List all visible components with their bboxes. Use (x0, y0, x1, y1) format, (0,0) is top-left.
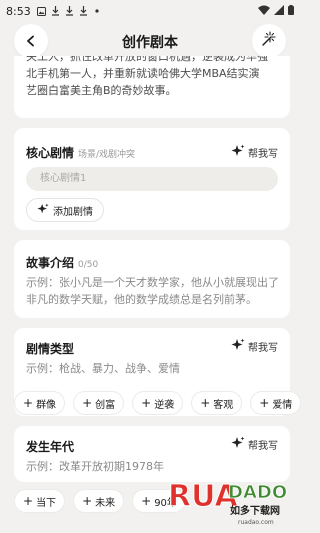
plus-icon: + (141, 396, 152, 410)
synopsis-text[interactable]: 关工人，抓住改革开放的窗口机遇，逆袭成为华强 北手机第一人，并重新就读哈佛大学M… (26, 56, 280, 116)
help-me-write-button[interactable]: 帮我写 (231, 144, 278, 161)
chip-label: 当下 (36, 497, 57, 509)
help-me-write-button[interactable]: 帮我写 (231, 338, 278, 355)
add-plot-button[interactable]: 添加剧情 (26, 198, 104, 222)
sparkle-icon (231, 144, 245, 161)
help-label: 帮我写 (248, 441, 278, 452)
svg-text:ruadao.com: ruadao.com (238, 519, 274, 526)
sparkle-icon (231, 436, 245, 453)
era-title: 发生年代 (26, 440, 75, 454)
genre-chip[interactable]: + 群像 (14, 391, 66, 415)
genre-chip[interactable]: + 爱情 (250, 391, 302, 415)
genre-chip[interactable]: + 逆袭 (132, 391, 184, 415)
svg-text:如多下载网: 如多下载网 (230, 504, 280, 517)
era-chip[interactable]: + 当下 (14, 489, 66, 513)
add-plot-label: 添加剧情 (53, 206, 93, 218)
genre-chip-row: + 群像 + 创富 + 逆袭 + 客观 + 爱情 (14, 391, 302, 415)
magic-wand-icon (260, 30, 278, 52)
status-bar: 8:53 (0, 0, 300, 22)
chip-label: 逆袭 (154, 399, 175, 411)
svg-text:DADO: DADO (228, 482, 287, 503)
plus-icon: + (82, 396, 93, 410)
help-label: 帮我写 (248, 149, 278, 160)
synopsis-line: 艺圈白富美主角B的奇妙故事。 (26, 84, 177, 97)
genre-chip[interactable]: + 创富 (73, 391, 125, 415)
wifi-icon (258, 5, 270, 18)
dot-icon (93, 7, 102, 16)
section-title: 故事介绍 0/50 (26, 254, 98, 271)
watermark-logo: RUA DADO 如多下载网 ruadao.com (166, 470, 296, 530)
signal-icon (274, 4, 284, 18)
story-intro-title: 故事介绍 (26, 256, 75, 270)
plus-icon: + (141, 494, 152, 508)
section-title: 核心剧情 场景/戏剧冲突 (26, 144, 135, 161)
battery-icon (288, 4, 294, 18)
core-plot-input[interactable]: 核心剧情1 (26, 167, 278, 191)
help-me-write-button[interactable]: 帮我写 (231, 436, 278, 453)
story-intro-example: 示例：张小凡是一个天才数学家，他从小就展现出了非凡的数学天赋，他的数学成绩总是名… (26, 276, 279, 306)
help-label: 帮我写 (248, 343, 278, 354)
plus-icon: + (259, 396, 270, 410)
synopsis-card: 关工人，抓住改革开放的窗口机遇，逆袭成为华强 北手机第一人，并重新就读哈佛大学M… (14, 56, 290, 118)
plus-icon: + (23, 494, 34, 508)
plus-icon: + (200, 396, 211, 410)
core-plot-subtitle: 场景/戏剧冲突 (78, 150, 136, 160)
core-plot-card: 核心剧情 场景/戏剧冲突 帮我写 核心剧情1 添加剧情 (14, 128, 290, 230)
download-icon (79, 6, 88, 16)
status-time: 8:53 (6, 4, 31, 18)
image-notification-icon (36, 6, 46, 16)
plus-icon: + (82, 494, 93, 508)
download-icon (65, 6, 74, 16)
synopsis-line: 北手机第一人，并重新就读哈佛大学MBA结实演 (26, 67, 260, 80)
download-icon (51, 6, 60, 16)
magic-wand-button[interactable] (252, 24, 286, 58)
synopsis-line: 关工人，抓住改革开放的窗口机遇，逆袭成为华强 (26, 56, 268, 63)
plus-icon: + (23, 396, 34, 410)
sparkle-icon (231, 338, 245, 355)
era-chip[interactable]: + 未来 (73, 489, 125, 513)
chip-label: 客观 (213, 399, 234, 411)
chip-label: 爱情 (272, 399, 293, 411)
char-count: 0/50 (78, 260, 99, 270)
genre-chip[interactable]: + 客观 (191, 391, 243, 415)
story-intro-card[interactable]: 故事介绍 0/50 示例：张小凡是一个天才数学家，他从小就展现出了非凡的数学天赋，… (14, 240, 290, 318)
genre-example: 示例：枪战、暴力、战争、爱情 (26, 362, 180, 375)
sparkle-icon (37, 202, 49, 218)
genre-title: 剧情类型 (26, 342, 75, 356)
header: 创作剧本 (0, 22, 300, 60)
core-plot-title: 核心剧情 (26, 146, 75, 160)
chip-label: 创富 (95, 399, 116, 411)
chip-label: 群像 (36, 399, 57, 411)
chip-label: 未来 (95, 497, 116, 509)
